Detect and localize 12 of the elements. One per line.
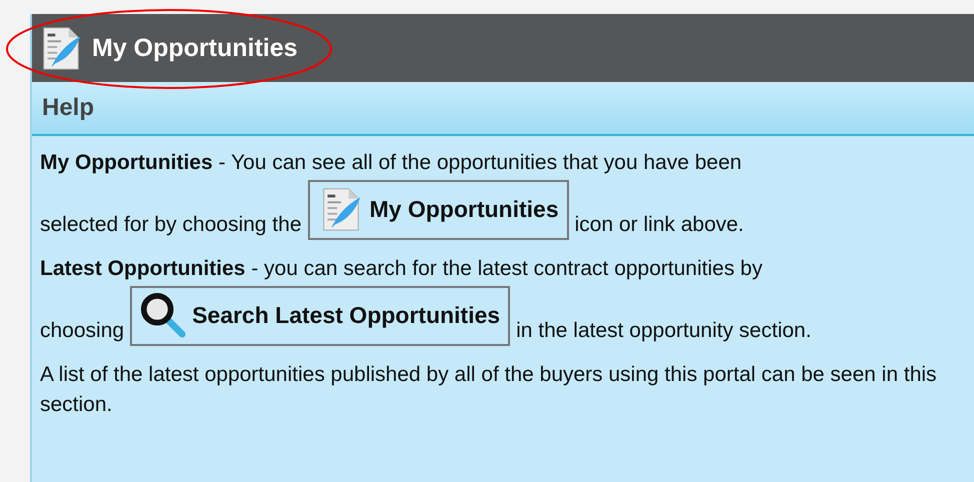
help-text: My Opportunities - You can see all of the opportunities that you have been — [40, 150, 743, 176]
help-text: selected for by choosing the — [40, 212, 302, 238]
search-icon — [140, 292, 186, 338]
help-text: icon or link above. — [574, 212, 744, 238]
link-button[interactable]: My Opportunities — [308, 180, 569, 240]
help-title: Help — [42, 94, 94, 122]
help-text: choosing — [40, 318, 124, 344]
help-text: A list of the latest opportunities published by all of the buyers using this portal can be seen in this section. — [40, 362, 938, 418]
help-text: in the latest opportunity section. — [516, 318, 812, 344]
page-title: My Opportunities — [92, 34, 298, 62]
help-text: Latest Opportunities - you can search for the latest contract opportunities by — [40, 256, 764, 282]
link-button[interactable]: Search Latest Opportunities — [130, 286, 510, 346]
